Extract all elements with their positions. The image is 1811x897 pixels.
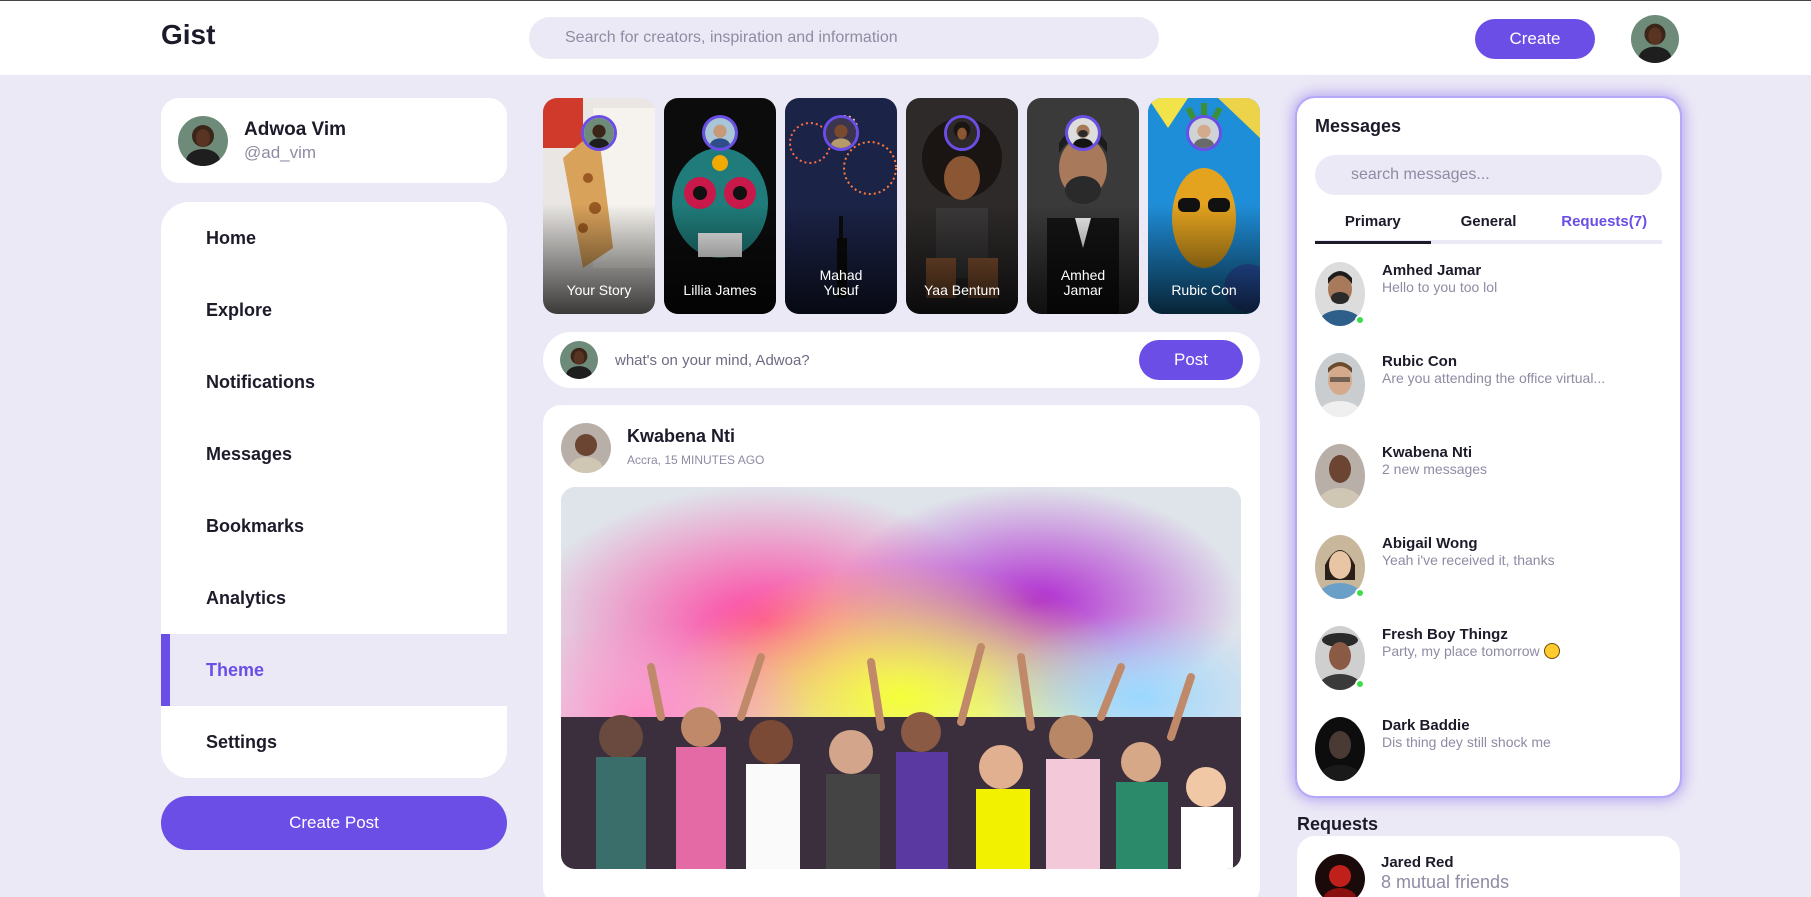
story-avatar bbox=[581, 115, 617, 151]
message-preview: 2 new messages bbox=[1382, 461, 1488, 477]
profile-handle: @ad_vim bbox=[244, 142, 317, 162]
app-logo[interactable]: Gist bbox=[161, 19, 215, 51]
sidebar-item-analytics[interactable]: Analytics bbox=[161, 562, 507, 634]
message-item[interactable]: Rubic Con Are you attending the office v… bbox=[1315, 353, 1662, 444]
sidebar-item-theme[interactable]: Theme bbox=[161, 634, 507, 706]
tab-primary[interactable]: Primary bbox=[1315, 211, 1431, 244]
message-item[interactable]: Fresh Boy Thingz Party, my place tomorro… bbox=[1315, 626, 1662, 717]
sidebar-item-notifications[interactable]: Notifications bbox=[161, 346, 507, 418]
messages-search-placeholder: search messages... bbox=[1351, 166, 1490, 183]
story-avatar bbox=[1065, 115, 1101, 151]
message-sender: Dark Baddie bbox=[1382, 717, 1470, 734]
story-card[interactable]: Amhed Jamar bbox=[1027, 98, 1139, 314]
message-item[interactable]: Dark Baddie Dis thing dey still shock me bbox=[1315, 717, 1662, 808]
post-composer: what's on your mind, Adwoa? Post bbox=[543, 332, 1260, 388]
request-avatar bbox=[1315, 854, 1365, 897]
messages-search-input[interactable]: search messages... bbox=[1315, 155, 1662, 195]
post-meta: Accra, 15 MINUTES AGO bbox=[627, 453, 765, 467]
online-indicator bbox=[1355, 588, 1365, 598]
message-preview: Hello to you too lol bbox=[1382, 279, 1498, 295]
post-image[interactable] bbox=[561, 487, 1241, 869]
story-name: Lillia James bbox=[683, 282, 757, 298]
story-avatar bbox=[702, 115, 738, 151]
sidebar-menu: Home Explore Notifications Messages Book… bbox=[161, 202, 507, 778]
message-sender: Abigail Wong bbox=[1382, 535, 1478, 552]
sidebar-item-messages[interactable]: Messages bbox=[161, 418, 507, 490]
sidebar-item-explore[interactable]: Explore bbox=[161, 274, 507, 346]
message-sender: Rubic Con bbox=[1382, 353, 1457, 370]
message-sender: Amhed Jamar bbox=[1382, 262, 1482, 279]
profile-avatar bbox=[178, 115, 228, 166]
message-list: Amhed Jamar Hello to you too lol Rubic C… bbox=[1315, 262, 1662, 808]
sidebar-item-bookmarks[interactable]: Bookmarks bbox=[161, 490, 507, 562]
message-item[interactable]: Kwabena Nti 2 new messages bbox=[1315, 444, 1662, 535]
stories-row: Your Story Lillia James Mahad Yusuf Yaa … bbox=[543, 98, 1260, 314]
request-mutual-friends: 8 mutual friends bbox=[1381, 872, 1510, 892]
composer-input[interactable]: what's on your mind, Adwoa? bbox=[615, 352, 1139, 369]
global-search-input[interactable]: Search for creators, inspiration and inf… bbox=[529, 17, 1159, 59]
user-avatar[interactable] bbox=[1631, 15, 1679, 63]
top-navbar: Gist Search for creators, inspiration an… bbox=[0, 0, 1811, 75]
post-button[interactable]: Post bbox=[1139, 340, 1243, 380]
tab-general[interactable]: General bbox=[1431, 211, 1547, 240]
create-post-button[interactable]: Create Post bbox=[161, 796, 507, 850]
message-item[interactable]: Amhed Jamar Hello to you too lol bbox=[1315, 262, 1662, 353]
online-indicator bbox=[1355, 679, 1365, 689]
message-avatar bbox=[1315, 353, 1365, 417]
online-indicator bbox=[1355, 315, 1365, 325]
messages-panel: Messages search messages... Primary Gene… bbox=[1297, 98, 1680, 796]
story-name: Mahad Yusuf bbox=[819, 267, 863, 298]
story-name: Amhed Jamar bbox=[1060, 267, 1106, 298]
profile-name: Adwoa Vim bbox=[244, 118, 347, 140]
sidebar-item-home[interactable]: Home bbox=[161, 202, 507, 274]
message-preview: Yeah i've received it, thanks bbox=[1382, 552, 1555, 568]
story-name: Your Story bbox=[566, 282, 632, 298]
message-preview-row: Party, my place tomorrow bbox=[1382, 643, 1560, 659]
smile-emoji-icon bbox=[1543, 643, 1560, 659]
messages-tabs: Primary General Requests(7) bbox=[1315, 211, 1662, 244]
profile-card[interactable]: Adwoa Vim @ad_vim bbox=[161, 98, 507, 183]
request-name: Jared Red bbox=[1381, 854, 1454, 871]
composer-avatar bbox=[560, 341, 598, 379]
post-author-name[interactable]: Kwabena Nti bbox=[627, 426, 735, 447]
message-avatar bbox=[1315, 444, 1365, 508]
story-avatar bbox=[823, 115, 859, 151]
request-card[interactable]: Jared Red 8 mutual friends bbox=[1297, 836, 1680, 897]
tab-requests[interactable]: Requests(7) bbox=[1546, 211, 1662, 240]
story-card[interactable]: Mahad Yusuf bbox=[785, 98, 897, 314]
requests-title: Requests bbox=[1297, 814, 1379, 834]
story-avatar bbox=[1186, 115, 1222, 151]
story-name: Rubic Con bbox=[1171, 282, 1237, 298]
message-item[interactable]: Abigail Wong Yeah i've received it, than… bbox=[1315, 535, 1662, 626]
story-card[interactable]: Rubic Con bbox=[1148, 98, 1260, 314]
message-sender: Kwabena Nti bbox=[1382, 444, 1473, 461]
message-sender: Fresh Boy Thingz bbox=[1382, 626, 1508, 643]
create-button[interactable]: Create bbox=[1475, 19, 1595, 59]
feed-post: Kwabena Nti Accra, 15 MINUTES AGO bbox=[543, 405, 1260, 897]
story-card[interactable]: Yaa Bentum bbox=[906, 98, 1018, 314]
story-avatar bbox=[944, 115, 980, 151]
message-preview: Party, my place tomorrow bbox=[1382, 643, 1540, 659]
message-preview: Are you attending the office virtual... bbox=[1382, 370, 1606, 386]
post-author-avatar[interactable] bbox=[561, 423, 611, 473]
sidebar-item-settings[interactable]: Settings bbox=[161, 706, 507, 778]
search-placeholder: Search for creators, inspiration and inf… bbox=[565, 29, 898, 46]
story-card[interactable]: Your Story bbox=[543, 98, 655, 314]
message-preview: Dis thing dey still shock me bbox=[1382, 734, 1551, 750]
messages-title: Messages bbox=[1315, 116, 1402, 136]
story-card[interactable]: Lillia James bbox=[664, 98, 776, 314]
message-avatar bbox=[1315, 717, 1365, 781]
story-name: Yaa Bentum bbox=[923, 282, 1000, 298]
